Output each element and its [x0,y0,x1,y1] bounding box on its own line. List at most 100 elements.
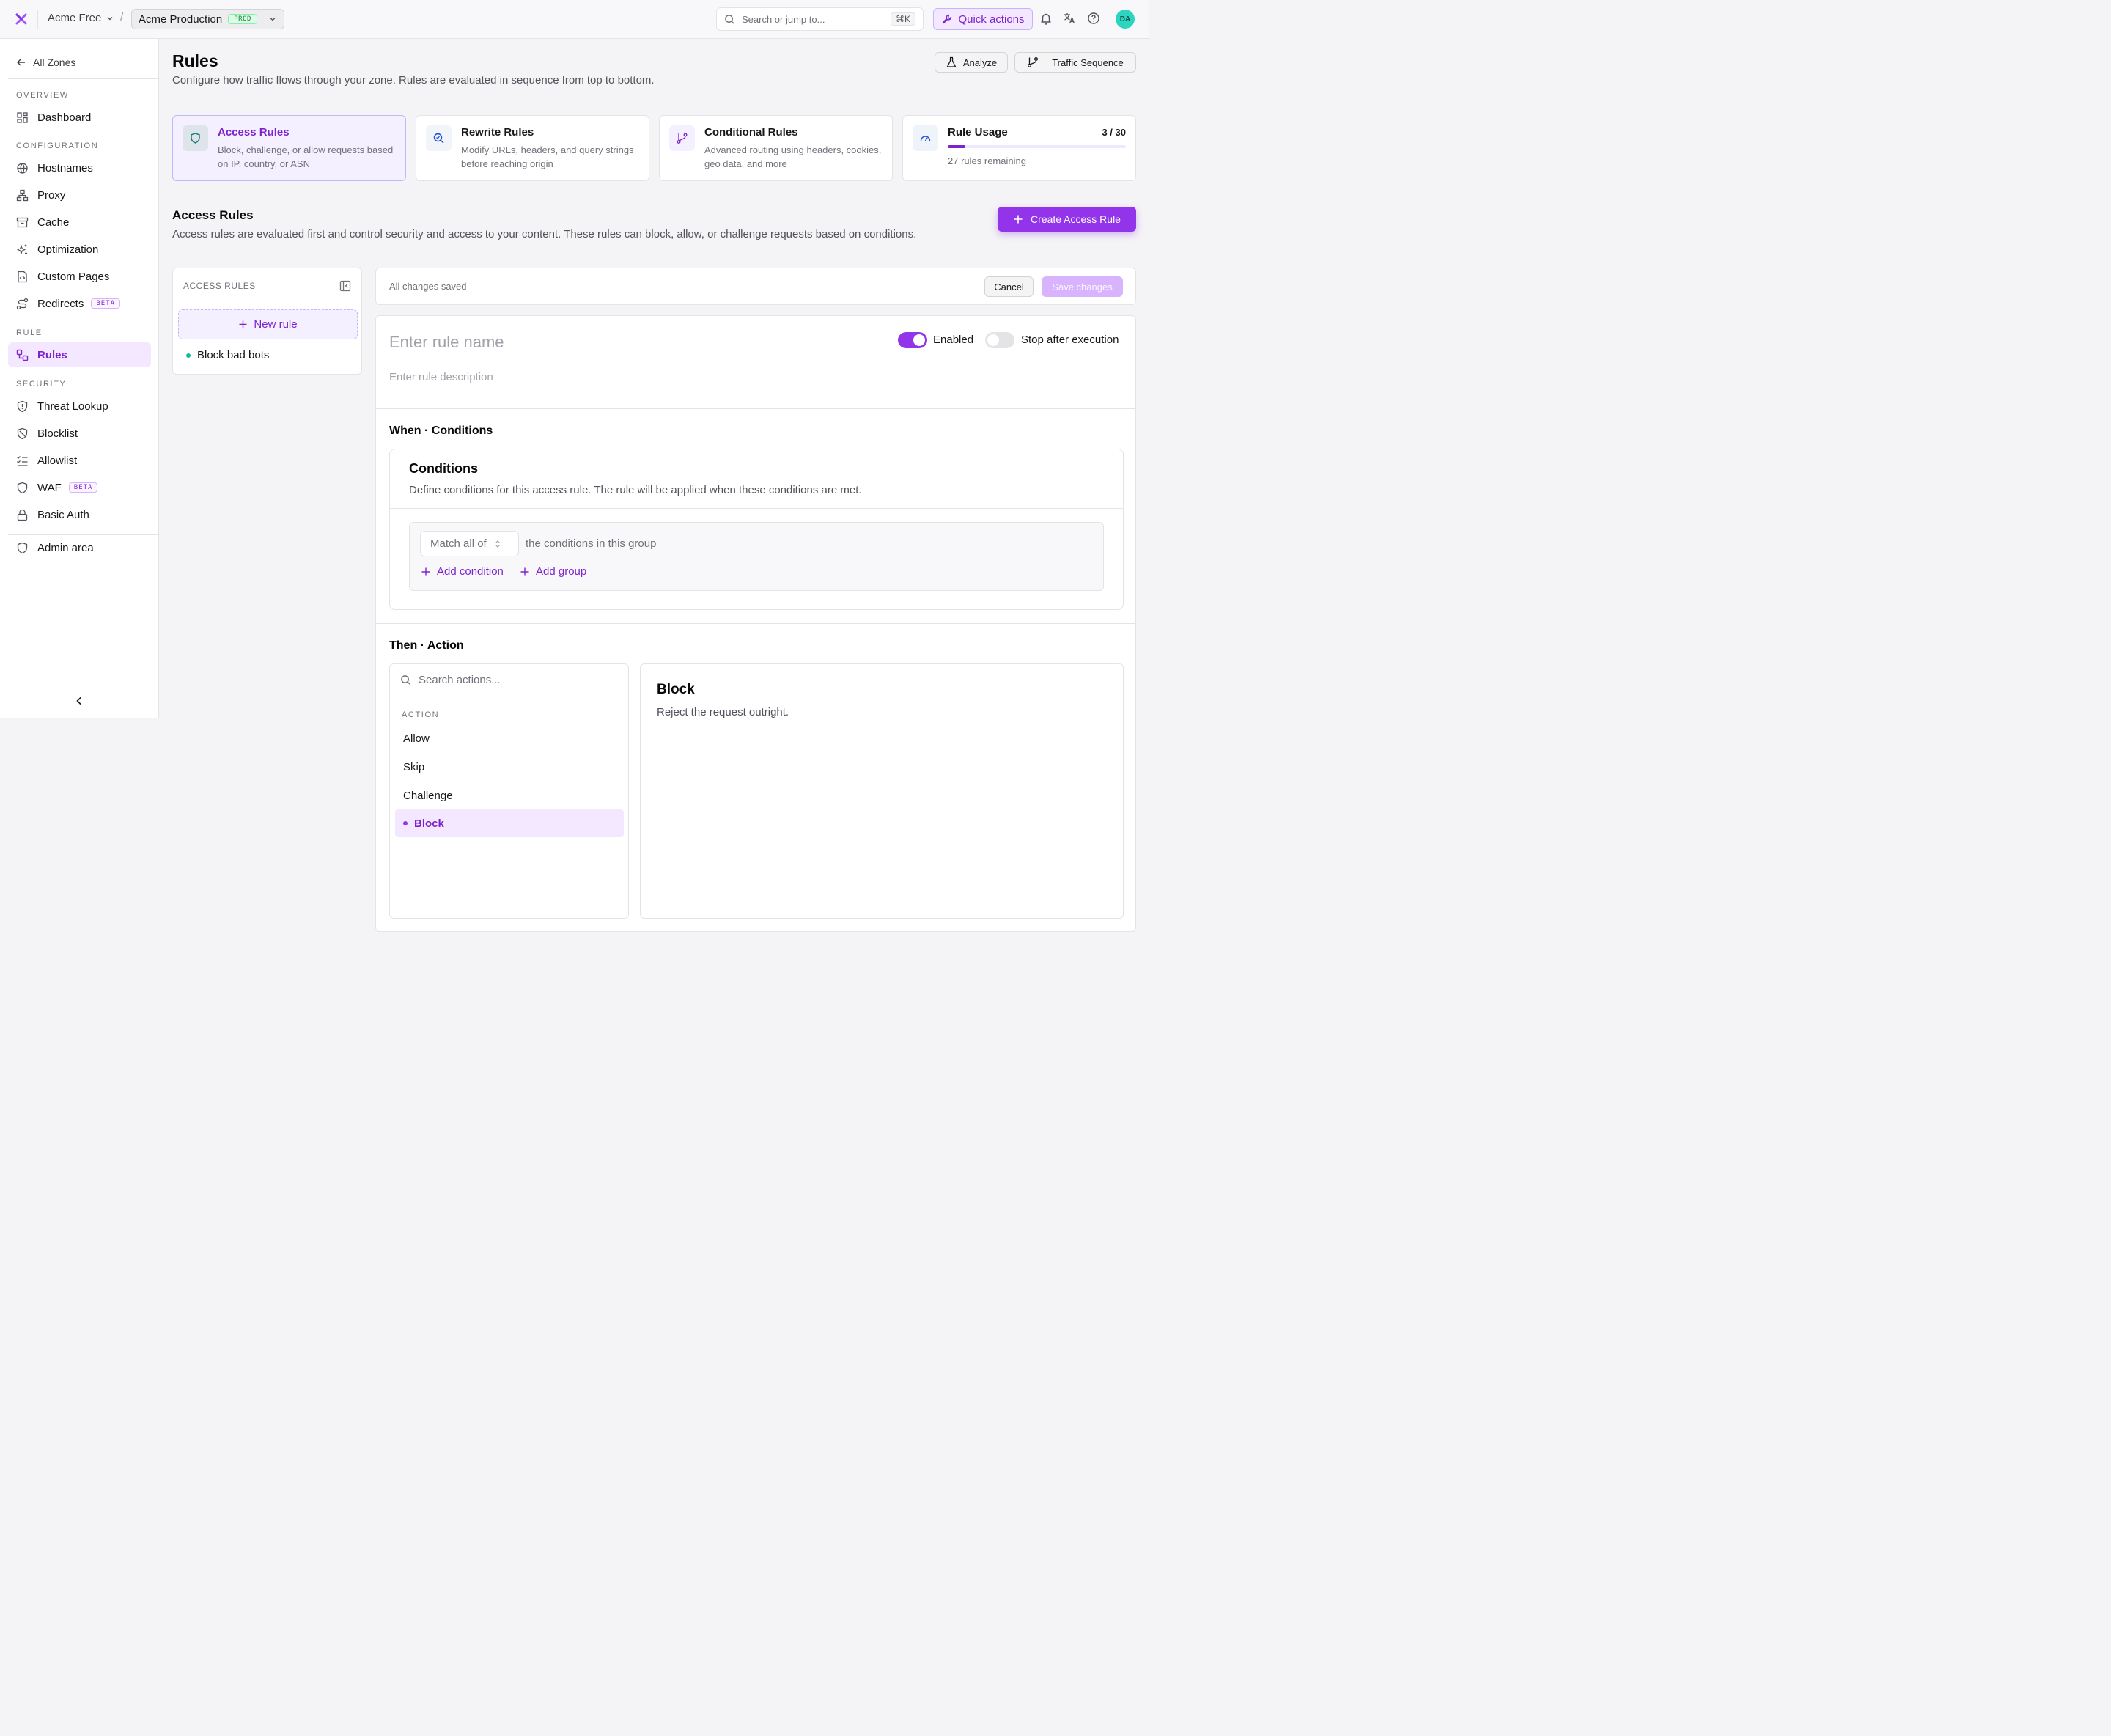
plus-icon [421,567,431,577]
breadcrumb-separator: / [120,11,124,23]
sidebar-item-label: Basic Auth [37,508,89,521]
sidebar-item-custom-pages[interactable]: Custom Pages [8,264,151,289]
translate-icon[interactable] [1063,12,1076,25]
add-group-button[interactable]: Add group [520,565,586,578]
analyze-button[interactable]: Analyze [935,52,1008,73]
rule-type-card-rewrite[interactable]: Rewrite Rules Modify URLs, headers, and … [416,115,649,181]
sidebar-item-admin-area[interactable]: Admin area [8,535,151,560]
match-mode-select[interactable]: Match all of [420,531,519,556]
stop-after-execution-toggle[interactable] [985,332,1014,348]
conditions-title: Conditions [409,461,478,476]
section-configuration: CONFIGURATION [16,141,99,150]
org-switcher[interactable]: Acme Free [48,12,114,24]
bell-icon[interactable] [1039,12,1053,25]
quick-actions-label: Quick actions [958,12,1025,26]
sidebar-collapse-button[interactable] [0,683,158,718]
user-avatar[interactable]: DA [1116,10,1135,29]
rule-description-input[interactable]: Enter rule description [389,371,493,383]
then-action-title: Then · Action [389,639,464,652]
card-title: Rewrite Rules [461,126,534,139]
editor-divider [376,623,1135,624]
globe-icon [16,162,29,174]
help-icon[interactable] [1087,12,1100,25]
action-option-label: Allow [403,732,430,745]
sidebar-item-waf[interactable]: WAF BETA [8,475,151,500]
sidebar-item-rules[interactable]: Rules [8,342,151,367]
section-subtitle: Access rules are evaluated first and con… [172,228,917,240]
editor-divider [376,408,1135,409]
sidebar-divider [8,78,158,79]
action-option-label: Block [414,817,444,830]
sidebar-item-label: Blocklist [37,427,78,440]
rule-type-card-conditional[interactable]: Conditional Rules Advanced routing using… [659,115,893,181]
sidebar-item-redirects[interactable]: Redirects BETA [8,291,151,316]
sidebar-item-allowlist[interactable]: Allowlist [8,448,151,473]
conditions-subtitle: Define conditions for this access rule. … [409,484,862,496]
match-mode-value: Match all of [430,537,487,550]
when-conditions-title: When · Conditions [389,424,493,437]
page-title: Rules [172,51,218,70]
plus-icon [238,320,248,329]
route-icon [16,298,29,310]
section-rule: RULE [16,328,43,337]
create-access-rule-button[interactable]: Create Access Rule [998,207,1136,232]
save-bar: All changes saved Cancel Save changes [375,268,1136,305]
sidebar-item-label: Proxy [37,188,66,202]
rule-list-header: ACCESS RULES [173,268,361,304]
shield-icon [16,542,29,554]
topbar-divider [37,10,38,29]
rule-list-panel: ACCESS RULES New rule Block bad bots [172,268,362,375]
action-option-skip[interactable]: Skip [395,753,624,781]
chevron-down-icon [268,15,277,23]
gauge-icon [919,132,932,144]
beta-badge: BETA [68,482,98,493]
search-icon [400,674,411,685]
sidebar-item-label: Dashboard [37,111,92,124]
sidebar-item-basic-auth[interactable]: Basic Auth [8,502,151,527]
action-search-input[interactable]: Search actions... [390,664,628,696]
action-detail-description: Reject the request outright. [657,706,789,718]
card-icon-wrap [426,125,452,151]
add-condition-button[interactable]: Add condition [421,565,504,578]
sidebar-item-cache[interactable]: Cache [8,210,151,235]
flask-icon [946,56,957,68]
enabled-toggle[interactable] [898,332,927,348]
sidebar-item-label: Allowlist [37,454,78,467]
sidebar-item-label: Rules [37,348,67,361]
sidebar-item-blocklist[interactable]: Blocklist [8,421,151,446]
new-rule-label: New rule [254,318,298,331]
action-option-block[interactable]: Block [395,809,624,837]
action-option-allow[interactable]: Allow [395,724,624,752]
all-zones-link[interactable]: All Zones [16,56,75,68]
top-bar: Acme Free / Acme Production PROD Search … [0,0,1149,39]
save-changes-button[interactable]: Save changes [1042,276,1123,297]
rule-name-input[interactable]: Enter rule name [389,333,504,352]
sidebar-item-hostnames[interactable]: Hostnames [8,155,151,180]
action-option-challenge[interactable]: Challenge [395,781,624,809]
sidebar-item-threat-lookup[interactable]: Threat Lookup [8,394,151,419]
global-search-input[interactable]: Search or jump to... ⌘K [716,7,924,31]
rule-list-title: ACCESS RULES [183,281,256,291]
sidebar-item-optimization[interactable]: Optimization [8,237,151,262]
sidebar-item-dashboard[interactable]: Dashboard [8,105,151,130]
rule-list-item[interactable]: Block bad bots [186,349,269,361]
app-logo-icon[interactable] [15,12,28,26]
new-rule-button[interactable]: New rule [178,309,358,339]
environment-badge: PROD [228,14,257,24]
section-title: Access Rules [172,208,254,222]
panel-collapse-icon[interactable] [339,280,351,292]
quick-actions-button[interactable]: Quick actions [933,8,1033,30]
shield-icon [189,132,202,144]
zone-name: Acme Production [139,12,223,26]
zone-switcher[interactable]: Acme Production PROD [131,9,284,29]
rule-status-dot [186,353,191,358]
cancel-button[interactable]: Cancel [984,276,1034,297]
sidebar-item-label: Optimization [37,243,99,256]
rule-type-card-access[interactable]: Access Rules Block, challenge, or allow … [172,115,406,181]
traffic-sequence-button[interactable]: Traffic Sequence [1014,52,1136,73]
sidebar-item-proxy[interactable]: Proxy [8,183,151,207]
card-title: Access Rules [218,126,290,139]
search-shortcut: ⌘K [890,12,915,26]
chevron-left-icon [74,696,84,706]
lock-icon [16,509,29,521]
